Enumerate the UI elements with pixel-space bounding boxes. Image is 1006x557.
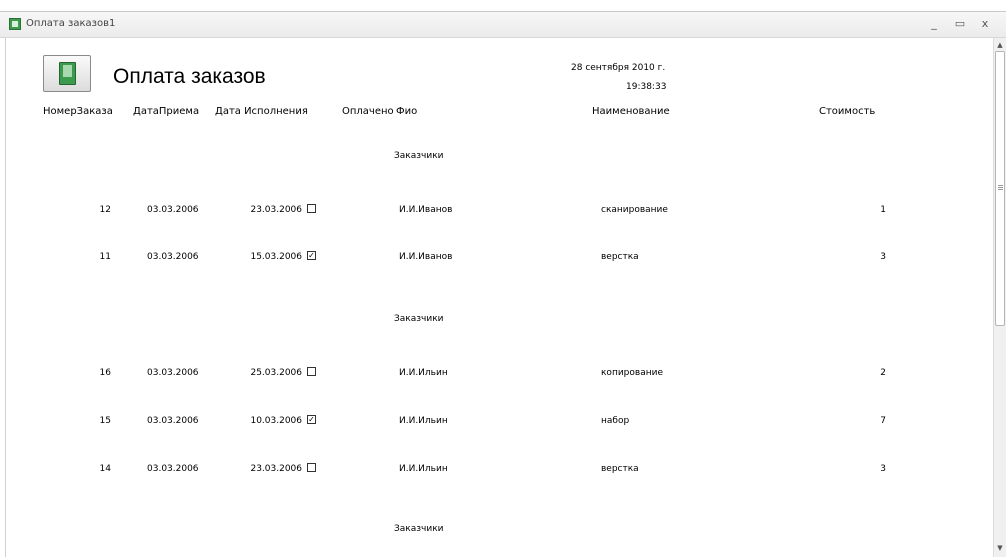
scroll-down-icon[interactable]: ▼: [996, 543, 1004, 553]
cell-cost: 7: [880, 416, 886, 426]
cell-completed: 23.03.2006: [250, 205, 302, 215]
column-header-order-no: НомерЗаказа: [43, 106, 113, 117]
checkbox-unchecked[interactable]: [307, 367, 316, 376]
column-header-received: ДатаПриема: [133, 106, 200, 117]
column-header-cost: Стоимость: [819, 106, 876, 117]
scroll-up-icon[interactable]: ▲: [996, 40, 1004, 50]
report-book-icon: [43, 55, 91, 92]
column-header-completed: Дата Исполнения: [215, 106, 308, 117]
column-header-fio: Фио: [396, 106, 418, 117]
report-date: 28 сентября 2010 г.: [571, 63, 666, 73]
cell-fio: И.И.Ильин: [399, 464, 448, 474]
column-header-paid: Оплачено: [342, 106, 394, 117]
cell-received: 03.03.2006: [147, 252, 199, 262]
cell-order-no: 12: [99, 205, 111, 215]
cell-completed: 25.03.2006: [250, 368, 302, 378]
group-header-customers: Заказчики: [394, 151, 444, 161]
cell-completed: 15.03.2006: [250, 252, 302, 262]
cell-cost: 1: [880, 205, 886, 215]
cell-fio: И.И.Иванов: [399, 252, 453, 262]
close-button[interactable]: x: [977, 16, 993, 32]
cell-cost: 3: [880, 252, 886, 262]
scroll-thumb[interactable]: [995, 51, 1005, 326]
cell-order-no: 15: [99, 416, 111, 426]
cell-fio: И.И.Иванов: [399, 205, 453, 215]
group-header-customers: Заказчики: [394, 314, 444, 324]
report-title: Оплата заказов: [113, 65, 266, 88]
cell-completed: 10.03.2006: [250, 416, 302, 426]
maximize-button[interactable]: ▭: [952, 16, 968, 32]
cell-order-no: 14: [99, 464, 111, 474]
report-time: 19:38:33: [626, 82, 667, 92]
report-window: Оплата заказов1 _ ▭ x Оплата заказов 28 …: [0, 11, 1006, 557]
column-header-name: Наименование: [592, 106, 670, 117]
cell-name: набор: [601, 416, 630, 426]
cell-name: верстка: [601, 464, 639, 474]
group-header-customers: Заказчики: [394, 524, 444, 534]
vertical-scrollbar[interactable]: ▲ ▼: [993, 38, 1006, 557]
cell-name: сканирование: [601, 205, 668, 215]
cell-order-no: 11: [99, 252, 111, 262]
cell-fio: И.И.Ильин: [399, 416, 448, 426]
cell-completed: 23.03.2006: [250, 464, 302, 474]
top-strip: [0, 0, 1006, 11]
cell-name: копирование: [601, 368, 663, 378]
checkbox-unchecked[interactable]: [307, 463, 316, 472]
title-bar: Оплата заказов1 _ ▭ x: [0, 12, 1006, 38]
cell-cost: 2: [880, 368, 886, 378]
cell-fio: И.И.Ильин: [399, 368, 448, 378]
cell-received: 03.03.2006: [147, 416, 199, 426]
cell-cost: 3: [880, 464, 886, 474]
minimize-button[interactable]: _: [926, 16, 942, 32]
cell-order-no: 16: [99, 368, 111, 378]
checkbox-checked[interactable]: ✓: [307, 251, 316, 260]
cell-received: 03.03.2006: [147, 464, 199, 474]
cell-received: 03.03.2006: [147, 368, 199, 378]
cell-received: 03.03.2006: [147, 205, 199, 215]
window-title: Оплата заказов1: [26, 18, 116, 29]
checkbox-unchecked[interactable]: [307, 204, 316, 213]
cell-name: верстка: [601, 252, 639, 262]
report-icon: [9, 18, 21, 30]
report-page: Оплата заказов 28 сентября 2010 г. 19:38…: [5, 38, 994, 557]
checkbox-checked[interactable]: ✓: [307, 415, 316, 424]
